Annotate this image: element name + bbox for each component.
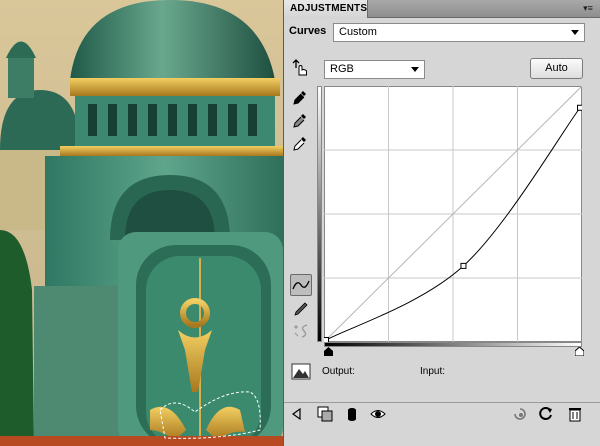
back-arrow-icon[interactable]: [290, 406, 306, 422]
on-image-adjust-icon[interactable]: [289, 57, 311, 79]
auto-button[interactable]: Auto: [530, 58, 583, 79]
black-point-slider-icon[interactable]: [324, 347, 333, 356]
white-point-eyedropper-icon[interactable]: [289, 133, 311, 155]
previous-state-icon[interactable]: [512, 406, 528, 422]
white-point-slider-icon[interactable]: [575, 347, 584, 356]
panel-bottom-toolbar: [284, 402, 600, 424]
chevron-down-icon: [571, 30, 579, 35]
chevron-down-icon: [411, 67, 419, 72]
pencil-draw-icon[interactable]: [290, 298, 312, 320]
channel-value: RGB: [330, 63, 354, 75]
trash-icon[interactable]: [567, 406, 583, 422]
show-clipping-icon[interactable]: [291, 363, 313, 381]
tab-adjustments[interactable]: ADJUSTMENTS: [284, 0, 368, 18]
output-gradient-bar: [317, 86, 322, 342]
curve-control-point[interactable]: [460, 262, 467, 269]
expanded-view-icon[interactable]: [317, 406, 333, 422]
reset-icon[interactable]: [538, 406, 554, 422]
smooth-curve-icon[interactable]: [290, 320, 312, 342]
visibility-eye-icon[interactable]: [370, 406, 386, 422]
black-point-eyedropper-icon[interactable]: [289, 87, 311, 109]
preset-value: Custom: [339, 26, 377, 38]
curves-graph[interactable]: [324, 86, 582, 342]
preset-select[interactable]: Custom: [333, 23, 585, 42]
adjustments-panel: ADJUSTMENTS ▾≡ Curves Custom RGB Auto Ou…: [283, 0, 600, 446]
panel-menu-button[interactable]: ▾≡: [581, 3, 595, 14]
input-gradient-bar: [324, 342, 582, 347]
curve-control-point[interactable]: [577, 104, 583, 111]
output-label: Output:: [322, 366, 355, 377]
panel-tab-bar: ADJUSTMENTS ▾≡: [284, 0, 600, 18]
channel-select[interactable]: RGB: [324, 60, 425, 79]
gray-point-eyedropper-icon[interactable]: [289, 110, 311, 132]
input-label: Input:: [420, 366, 446, 377]
clip-to-layer-icon[interactable]: [344, 406, 360, 422]
curve-edit-points-icon[interactable]: [290, 274, 312, 296]
curves-label: Curves: [289, 25, 327, 37]
